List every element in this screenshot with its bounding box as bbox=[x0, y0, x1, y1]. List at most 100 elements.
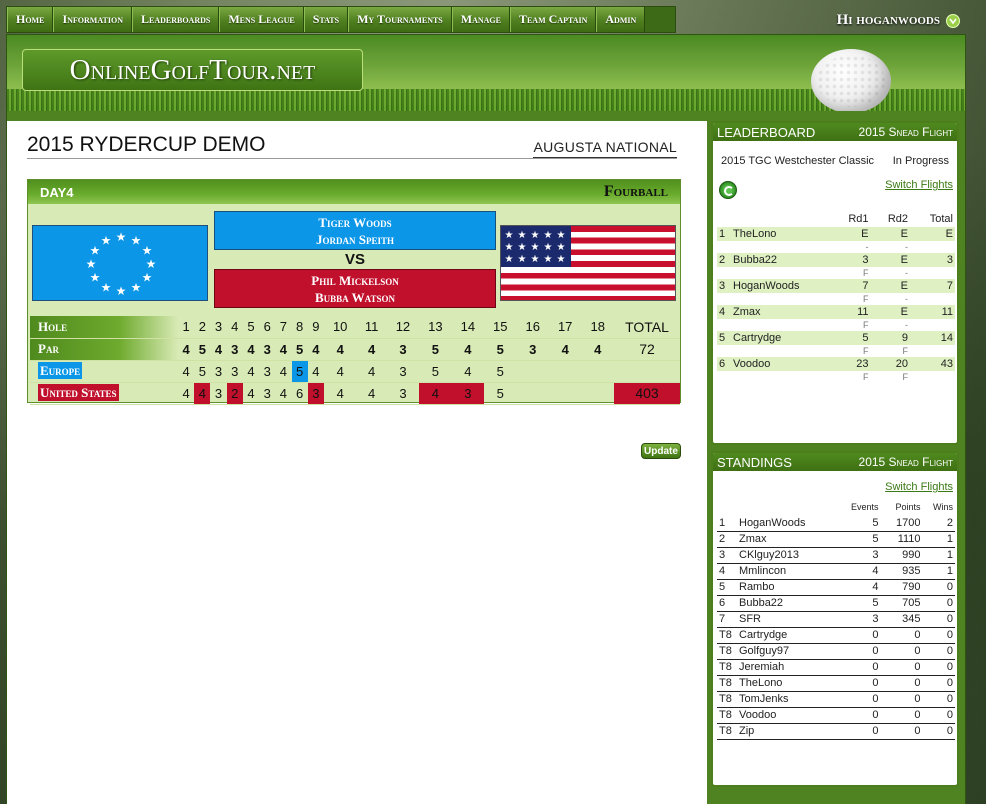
leaderboard-round-status: F- bbox=[717, 319, 955, 331]
hole-number: 15 bbox=[484, 316, 517, 339]
par-value: 5 bbox=[484, 338, 517, 361]
standings-player[interactable]: Mmlincon bbox=[737, 563, 837, 580]
standings-player[interactable]: Rambo bbox=[737, 579, 837, 596]
standings-player[interactable]: Zip bbox=[737, 723, 837, 740]
standings-player[interactable]: SFR bbox=[737, 611, 837, 628]
standings-header: STANDINGS 2015 Snead Flight bbox=[713, 453, 957, 471]
par-value: 4 bbox=[356, 338, 387, 361]
svg-text:★: ★ bbox=[505, 242, 514, 253]
nav-my-tournaments[interactable]: My Tournaments bbox=[348, 7, 452, 32]
match-day: DAY4 bbox=[40, 184, 74, 200]
leaderboard-player[interactable]: Bubba22 bbox=[731, 253, 831, 267]
leaderboard-row: 5 Cartrydge 5 9 14 bbox=[717, 331, 955, 345]
rd1-status: F bbox=[863, 372, 869, 382]
standings-player[interactable]: Zmax bbox=[737, 531, 837, 548]
site-logo[interactable]: OnlineGolfTour.net bbox=[22, 49, 363, 91]
europe-score bbox=[581, 360, 614, 383]
chevron-down-icon[interactable] bbox=[946, 13, 960, 28]
us-score: 4 bbox=[242, 382, 260, 405]
svg-text:★: ★ bbox=[131, 234, 142, 248]
standings-player[interactable]: Bubba22 bbox=[737, 595, 837, 612]
us-score: 4 bbox=[194, 382, 211, 405]
nav-home[interactable]: Home bbox=[7, 7, 54, 32]
standings-switch-flights-link[interactable]: Switch Flights bbox=[885, 481, 953, 493]
par-value: 3 bbox=[259, 338, 276, 361]
standings-pos: 3 bbox=[717, 547, 737, 564]
standings-player[interactable]: Voodoo bbox=[737, 707, 837, 724]
leaderboard-rd1: 5 bbox=[831, 331, 871, 345]
us-score: 3 bbox=[210, 382, 227, 405]
svg-text:★: ★ bbox=[131, 280, 142, 294]
standings-pos: T8 bbox=[717, 691, 737, 708]
svg-text:★: ★ bbox=[518, 254, 527, 265]
nav-team-captain[interactable]: Team Captain bbox=[509, 7, 597, 32]
hole-number: 5 bbox=[242, 316, 260, 339]
standings-row: T8 Golfguy97 0 0 0 bbox=[717, 643, 955, 660]
us-player-2: Bubba Watson bbox=[314, 289, 396, 305]
leaderboard-switch-flights-link[interactable]: Switch Flights bbox=[885, 179, 953, 191]
europe-score: 5 bbox=[194, 360, 211, 383]
svg-text:★: ★ bbox=[101, 280, 112, 294]
par-value: 4 bbox=[210, 338, 227, 361]
leaderboard-pos: 5 bbox=[717, 331, 731, 345]
leaderboard-round-status: FF bbox=[717, 371, 955, 383]
standings-player[interactable]: Golfguy97 bbox=[737, 643, 837, 660]
nav-information[interactable]: Information bbox=[53, 7, 132, 32]
europe-flag: ★ ★ ★ ★ ★ ★ ★ ★ ★ ★ ★ ★ bbox=[32, 225, 208, 301]
standings-player[interactable]: Jeremiah bbox=[737, 659, 837, 676]
leaderboard-player[interactable]: HoganWoods bbox=[731, 279, 831, 293]
standings-player[interactable]: TomJenks bbox=[737, 691, 837, 708]
rd1-status: F bbox=[863, 346, 869, 356]
standings-player[interactable]: TheLono bbox=[737, 675, 837, 692]
nav-mens-league[interactable]: Mens League bbox=[219, 7, 304, 32]
par-value: 4 bbox=[581, 338, 614, 361]
us-score: 3 bbox=[451, 382, 485, 405]
eu-stars-icon: ★★★★★★★★★ ★ ★★ bbox=[86, 230, 157, 298]
content-panel: 2015 RYDERCUP DEMO AUGUSTA NATIONAL DAY4… bbox=[7, 121, 707, 804]
standings-flight: 2015 Snead Flight bbox=[858, 455, 953, 469]
refresh-icon[interactable] bbox=[719, 181, 737, 199]
standings-points: 0 bbox=[880, 643, 923, 660]
nav-manage[interactable]: Manage bbox=[451, 7, 510, 32]
leaderboard-player[interactable]: Cartrydge bbox=[731, 331, 831, 345]
standings-wins: 2 bbox=[922, 515, 955, 532]
leaderboard-pos: 4 bbox=[717, 305, 731, 319]
leaderboard-player[interactable]: TheLono bbox=[731, 227, 831, 241]
par-value: 4 bbox=[307, 338, 324, 361]
par-total: 72 bbox=[614, 338, 680, 361]
standings-player[interactable]: CKlguy2013 bbox=[737, 547, 837, 564]
standings-row: T8 TomJenks 0 0 0 bbox=[717, 691, 955, 708]
leaderboard-header: LEADERBOARD 2015 Snead Flight bbox=[713, 123, 957, 141]
nav-leaderboards[interactable]: Leaderboards bbox=[131, 7, 220, 32]
nav-stats[interactable]: Stats bbox=[303, 7, 349, 32]
leaderboard-row: 6 Voodoo 23 20 43 bbox=[717, 357, 955, 371]
standings-wins: 0 bbox=[922, 627, 955, 644]
europe-score: 3 bbox=[259, 360, 276, 383]
nav-admin[interactable]: Admin bbox=[596, 7, 646, 32]
us-player-1: Phil Mickelson bbox=[311, 272, 399, 288]
us-total: 403 bbox=[614, 382, 680, 405]
leaderboard-player[interactable]: Voodoo bbox=[731, 357, 831, 371]
leaderboard-rd2: 20 bbox=[870, 357, 910, 371]
leaderboard-total: 3 bbox=[910, 253, 955, 267]
golf-ball-image bbox=[811, 49, 891, 111]
col-rd1: Rd1 bbox=[848, 213, 869, 225]
hole-number: 9 bbox=[307, 316, 324, 339]
standings-events: 0 bbox=[837, 627, 881, 644]
standings-row: 4 Mmlincon 4 935 1 bbox=[717, 563, 955, 580]
svg-text:★: ★ bbox=[505, 254, 514, 265]
user-menu[interactable]: Hi hoganwoods bbox=[837, 12, 960, 29]
standings-points: 0 bbox=[880, 675, 923, 692]
leaderboard-player[interactable]: Zmax bbox=[731, 305, 831, 319]
standings-row: 6 Bubba22 5 705 0 bbox=[717, 595, 955, 612]
europe-players: Tiger Woods Jordan Speith bbox=[214, 211, 496, 250]
main-frame: OnlineGolfTour.net 2015 RYDERCUP DEMO AU… bbox=[6, 34, 966, 804]
standings-player[interactable]: Cartrydge bbox=[737, 627, 837, 644]
hole-number: 10 bbox=[323, 316, 357, 339]
standings-pos: T8 bbox=[717, 707, 737, 724]
standings-events: 0 bbox=[837, 691, 881, 708]
hole-number: 7 bbox=[275, 316, 292, 339]
update-button[interactable]: Update bbox=[641, 443, 681, 459]
svg-text:★: ★ bbox=[116, 230, 127, 244]
standings-player[interactable]: HoganWoods bbox=[737, 515, 837, 532]
